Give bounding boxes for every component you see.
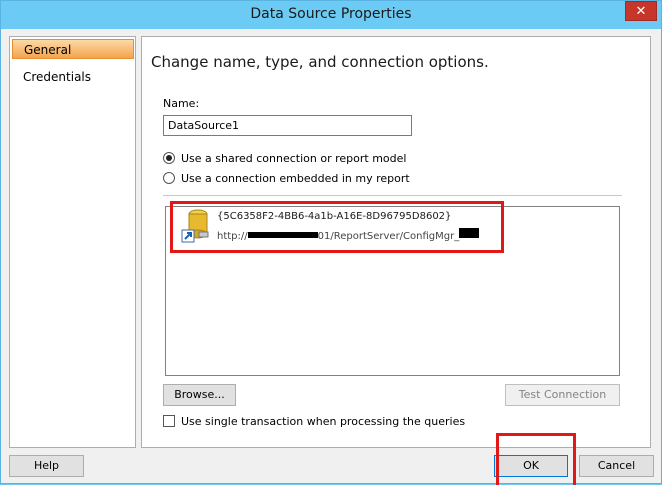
- shared-source-item[interactable]: {5C6358F2-4BB6-4a1b-A16E-8D96795D8602} h…: [170, 201, 504, 253]
- radio-button-selected[interactable]: [163, 152, 175, 164]
- database-shortcut-icon: [181, 209, 209, 243]
- shared-source-id: {5C6358F2-4BB6-4a1b-A16E-8D96795D8602}: [217, 211, 452, 222]
- radio-shared-label: Use a shared connection or report model: [181, 152, 407, 165]
- help-button[interactable]: Help: [9, 455, 84, 477]
- radio-embedded-label: Use a connection embedded in my report: [181, 172, 410, 185]
- dialog-title: Data Source Properties: [250, 6, 412, 22]
- nav-panel: General Credentials: [9, 36, 136, 448]
- browse-button[interactable]: Browse...: [163, 384, 236, 406]
- nav-item-general[interactable]: General: [12, 39, 134, 59]
- title-bar[interactable]: Data Source Properties ✕: [1, 1, 661, 29]
- close-button[interactable]: ✕: [625, 1, 657, 21]
- path-middle: 01/ReportServer/ConfigMgr_: [317, 231, 460, 242]
- shared-source-path: http:// 01/ReportServer/ConfigMgr_: [217, 228, 480, 242]
- name-input[interactable]: DataSource1: [163, 115, 412, 136]
- radio-button[interactable]: [163, 172, 175, 184]
- radio-embedded-connection[interactable]: Use a connection embedded in my report: [163, 172, 410, 185]
- radio-shared-connection[interactable]: Use a shared connection or report model: [163, 152, 406, 165]
- single-transaction-label: Use single transaction when processing t…: [181, 415, 466, 428]
- dialog-client: General Credentials Change name, type, a…: [1, 29, 661, 483]
- path-prefix: http://: [217, 231, 248, 242]
- name-label: Name:: [163, 97, 200, 110]
- test-connection-button[interactable]: Test Connection: [505, 384, 620, 406]
- shared-source-list[interactable]: {5C6358F2-4BB6-4a1b-A16E-8D96795D8602} h…: [165, 201, 620, 376]
- page-heading: Change name, type, and connection option…: [151, 53, 489, 71]
- redaction-mark: [459, 228, 480, 238]
- general-page: Change name, type, and connection option…: [141, 36, 651, 448]
- checkbox[interactable]: [163, 415, 175, 427]
- ok-highlight-annotation: [496, 433, 576, 485]
- dialog-window: Data Source Properties ✕ General Credent…: [0, 0, 662, 485]
- cancel-button[interactable]: Cancel: [579, 455, 654, 477]
- single-transaction-option[interactable]: Use single transaction when processing t…: [163, 415, 465, 428]
- separator: [163, 195, 622, 196]
- nav-item-credentials[interactable]: Credentials: [12, 67, 134, 87]
- redaction-mark: [247, 232, 318, 238]
